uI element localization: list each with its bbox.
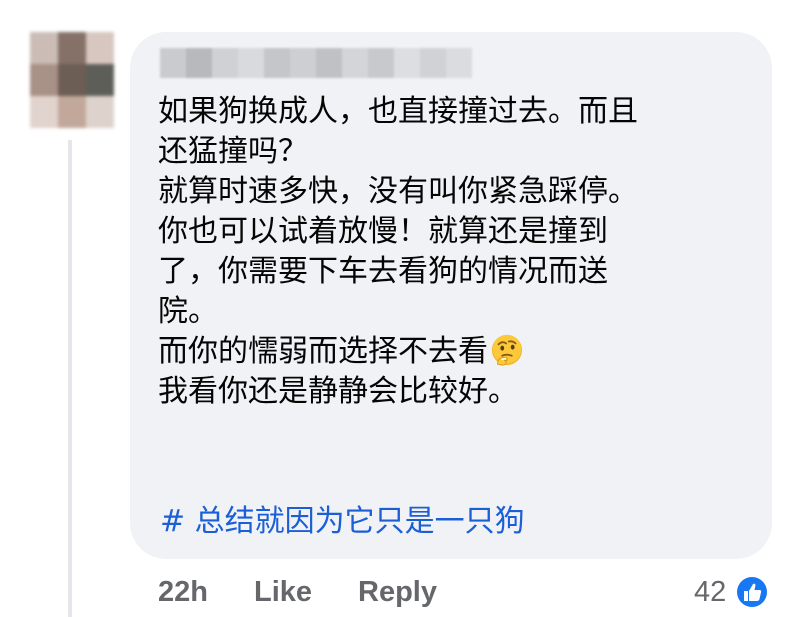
comment-line: 还猛撞吗？ [158,134,308,169]
comment-line: 了，你需要下车去看狗的情况而送 [158,254,608,289]
comment-line-with-emoji: 而你的懦弱而选择不去看 [158,332,758,372]
like-thumb-icon [735,575,770,609]
reaction-count: 42 [694,575,727,608]
like-button[interactable]: Like [254,576,312,609]
thread-line [68,140,72,617]
reaction-summary[interactable]: 42 [694,572,770,612]
comment-line: 我看你还是静静会比较好。 [158,374,518,409]
comment-container: 如果狗换成人，也直接撞过去。而且 还猛撞吗？ 就算时速多快，没有叫你紧急踩停。 … [0,0,800,617]
avatar[interactable] [30,32,114,128]
hashtag-link[interactable]: # 总结就因为它只是一只狗 [160,502,525,542]
thinking-face-icon [491,334,523,366]
author-name[interactable] [160,48,472,78]
comment-line: 如果狗换成人，也直接撞过去。而且 [158,94,638,129]
comment-line: 院。 [158,294,218,329]
comment-text: 如果狗换成人，也直接撞过去。而且 还猛撞吗？ 就算时速多快，没有叫你紧急踩停。 … [158,92,758,412]
reply-button[interactable]: Reply [358,576,437,609]
comment-line: 而你的懦弱而选择不去看 [158,334,488,369]
comment-line: 你也可以试着放慢！就算还是撞到 [158,214,608,249]
comment-actions: 22h Like Reply [158,572,437,612]
comment-line: 就算时速多快，没有叫你紧急踩停。 [158,174,638,209]
timestamp-link[interactable]: 22h [158,576,208,609]
